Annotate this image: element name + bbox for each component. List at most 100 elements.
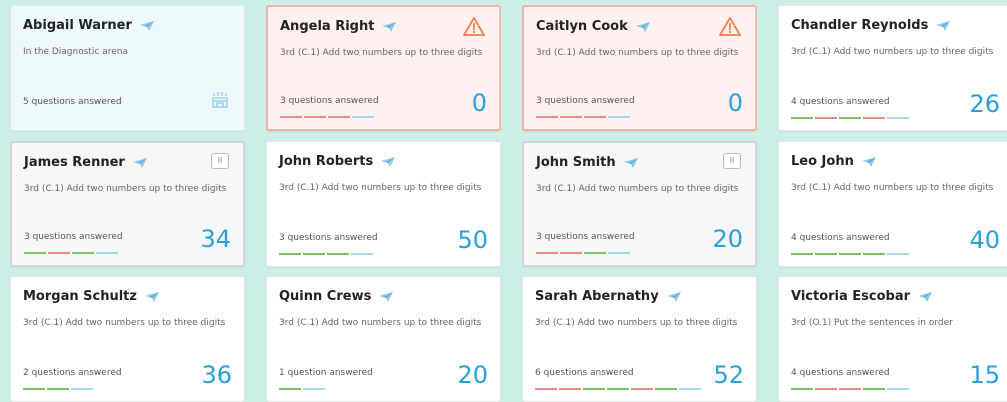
student-name: Angela Right <box>280 19 397 36</box>
progress-segment <box>24 252 46 254</box>
questions-answered: 1 question answered <box>279 368 373 378</box>
student-card[interactable]: Morgan Schultz 3rd (C.1) Add two numbers … <box>10 276 245 402</box>
progress-segment <box>608 116 630 118</box>
pause-icon[interactable]: II <box>211 153 229 169</box>
student-card[interactable]: Quinn Crews 3rd (C.1) Add two numbers up … <box>266 276 501 402</box>
student-name: Caitlyn Cook <box>536 19 650 36</box>
paper-plane-icon <box>381 156 396 171</box>
progress-segment <box>815 253 837 255</box>
smart-score: 15 <box>969 361 1000 389</box>
progress-segment <box>280 116 302 118</box>
student-card[interactable]: Leo John 3rd (C.1) Add two numbers up to … <box>778 141 1007 267</box>
progress-bar <box>535 388 701 390</box>
progress-segment <box>791 388 813 390</box>
progress-segment <box>815 117 837 119</box>
progress-segment <box>536 116 558 118</box>
student-card[interactable]: Sarah Abernathy 3rd (C.1) Add two numbers… <box>522 276 757 402</box>
paper-plane-icon <box>139 20 154 35</box>
student-name: Abigail Warner <box>23 18 154 35</box>
questions-answered: 3 questions answered <box>280 96 379 106</box>
smart-score: 20 <box>457 361 488 389</box>
student-grid: Abigail Warner In the Diagnostic arena 5 q… <box>0 0 1007 402</box>
smart-score: 0 <box>727 89 743 117</box>
questions-answered: 3 questions answered <box>24 232 123 242</box>
progress-bar <box>791 117 909 119</box>
progress-segment <box>279 388 301 390</box>
progress-bar <box>536 116 630 118</box>
paper-plane-icon <box>379 291 394 306</box>
progress-segment <box>839 117 861 119</box>
progress-segment <box>863 117 885 119</box>
warning-icon <box>719 17 741 40</box>
progress-segment <box>887 117 909 119</box>
progress-bar <box>279 388 325 390</box>
skill-label: 3rd (C.1) Add two numbers up to three di… <box>535 318 738 328</box>
student-card[interactable]: John Smith 3rd (C.1) Add two numbers up t… <box>522 141 757 267</box>
paper-plane-icon <box>144 291 159 306</box>
progress-segment <box>304 116 326 118</box>
progress-segment <box>584 252 606 254</box>
student-name: Leo John <box>791 154 876 171</box>
skill-label: 3rd (C.1) Add two numbers up to three di… <box>280 48 483 58</box>
progress-segment <box>679 388 701 390</box>
progress-segment <box>608 252 630 254</box>
skill-label: 3rd (C.1) Add two numbers up to three di… <box>536 48 739 58</box>
smart-score: 36 <box>201 361 232 389</box>
progress-bar <box>791 253 909 255</box>
questions-answered: 5 questions answered <box>23 97 122 107</box>
progress-segment <box>352 116 374 118</box>
student-name: John Roberts <box>279 154 396 171</box>
student-name: Morgan Schultz <box>23 289 159 306</box>
student-name: James Renner <box>24 155 147 172</box>
progress-segment <box>791 117 813 119</box>
progress-bar <box>23 388 93 390</box>
student-name: Chandler Reynolds <box>791 18 951 35</box>
paper-plane-icon <box>623 157 638 172</box>
progress-bar <box>280 116 374 118</box>
student-name: Quinn Crews <box>279 289 394 306</box>
progress-segment <box>535 388 557 390</box>
student-card[interactable]: Angela Right 3rd (C.1) Add two numbers up… <box>266 5 501 131</box>
student-card[interactable]: Chandler Reynolds 3rd (C.1) Add two numbe… <box>778 5 1007 131</box>
progress-segment <box>839 388 861 390</box>
progress-bar <box>279 253 373 255</box>
questions-answered: 3 questions answered <box>536 96 635 106</box>
progress-segment <box>560 252 582 254</box>
questions-answered: 4 questions answered <box>791 233 890 243</box>
student-name: Victoria Escobar <box>791 289 933 306</box>
progress-segment <box>327 253 349 255</box>
progress-segment <box>351 253 373 255</box>
questions-answered: 3 questions answered <box>536 232 635 242</box>
progress-bar <box>536 252 630 254</box>
student-card[interactable]: James Renner 3rd (C.1) Add two numbers up… <box>10 141 245 267</box>
progress-segment <box>887 253 909 255</box>
progress-segment <box>48 252 70 254</box>
student-card[interactable]: Caitlyn Cook 3rd (C.1) Add two numbers up… <box>522 5 757 131</box>
progress-segment <box>303 253 325 255</box>
progress-segment <box>72 252 94 254</box>
progress-segment <box>328 116 350 118</box>
paper-plane-icon <box>382 21 397 36</box>
student-name: John Smith <box>536 155 638 172</box>
progress-segment <box>863 388 885 390</box>
questions-answered: 3 questions answered <box>279 233 378 243</box>
smart-score: 40 <box>969 226 1000 254</box>
student-card[interactable]: Abigail Warner In the Diagnostic arena 5 q… <box>10 5 245 131</box>
progress-segment <box>47 388 69 390</box>
smart-score: 26 <box>969 90 1000 118</box>
student-card[interactable]: Victoria Escobar 3rd (O.1) Put the senten… <box>778 276 1007 402</box>
smart-score: 50 <box>457 226 488 254</box>
progress-segment <box>560 116 582 118</box>
paper-plane-icon <box>918 291 933 306</box>
paper-plane-icon <box>635 21 650 36</box>
progress-segment <box>559 388 581 390</box>
paper-plane-icon <box>861 156 876 171</box>
pause-icon[interactable]: II <box>723 153 741 169</box>
warning-icon <box>463 17 485 40</box>
smart-score: 0 <box>471 89 487 117</box>
smart-score: 34 <box>200 225 231 253</box>
progress-segment <box>303 388 325 390</box>
progress-segment <box>839 253 861 255</box>
student-card[interactable]: John Roberts 3rd (C.1) Add two numbers up… <box>266 141 501 267</box>
skill-label: 3rd (C.1) Add two numbers up to three di… <box>279 318 482 328</box>
